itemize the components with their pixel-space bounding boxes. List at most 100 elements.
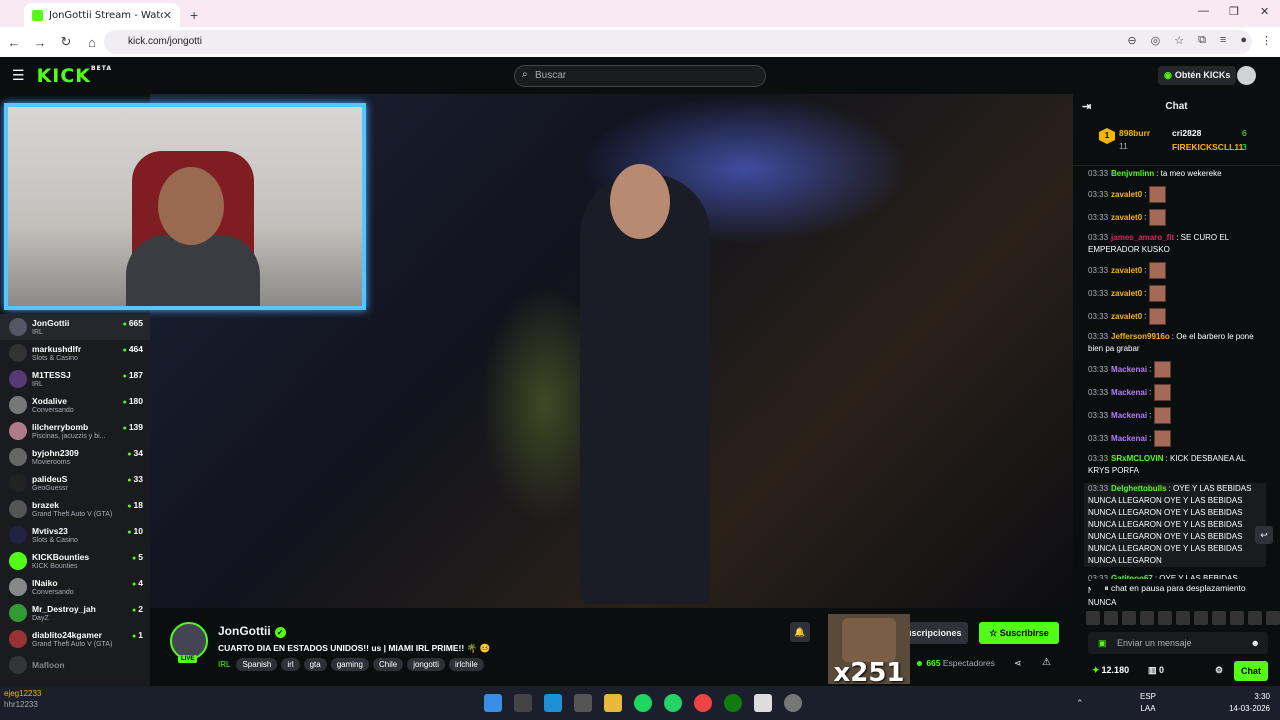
- category-link[interactable]: IRL: [218, 660, 230, 669]
- app-icon[interactable]: [754, 694, 772, 712]
- emote-icon[interactable]: [1248, 611, 1262, 625]
- emote-icon[interactable]: [1122, 611, 1136, 625]
- search-taskbar-icon[interactable]: [514, 694, 532, 712]
- subscriptions-button[interactable]: uscripciones: [902, 622, 968, 644]
- sidebar-channel-item[interactable]: KICKBounties KICK Bounties 5: [0, 548, 150, 574]
- spotify-icon[interactable]: [634, 694, 652, 712]
- forward-icon[interactable]: →: [28, 35, 52, 50]
- stream-tag[interactable]: gta: [303, 658, 327, 671]
- chevron-up-icon[interactable]: ⌃: [1076, 698, 1084, 709]
- message-username[interactable]: zavalet0: [1111, 289, 1142, 298]
- chat-message[interactable]: 03:33 zavalet0:: [1088, 285, 1266, 302]
- sidebar-channel-item[interactable]: brazek Grand Theft Auto V (GTA) 18: [0, 496, 150, 522]
- stream-tag[interactable]: Chile: [372, 658, 404, 671]
- address-bar[interactable]: kick.com/jongotti: [104, 30, 1252, 54]
- chat-input[interactable]: ▣ Enviar un mensaje ☻: [1088, 632, 1268, 654]
- sidebar-channel-item[interactable]: markushdlfr Slots & Casino 464: [0, 340, 150, 366]
- bookmark-star-icon[interactable]: ☆: [1174, 34, 1184, 47]
- kick-logo[interactable]: KICKBETA: [37, 65, 112, 87]
- stream-tag[interactable]: Spanish: [236, 658, 278, 671]
- language-indicator[interactable]: ESP LAA: [1140, 691, 1156, 715]
- message-username[interactable]: Jefferson9916o: [1111, 332, 1170, 341]
- chat-message[interactable]: 03:33 Mackenai:: [1088, 430, 1266, 447]
- sidebar-channel-item[interactable]: palideuS GeoGuessr 33: [0, 470, 150, 496]
- extensions-icon[interactable]: ⧉: [1198, 34, 1206, 47]
- zoom-icon[interactable]: ⊖: [1127, 34, 1136, 47]
- hamburger-menu-icon[interactable]: ☰: [12, 67, 25, 84]
- stream-tag[interactable]: gaming: [330, 658, 369, 671]
- browser-tab[interactable]: JonGottii Stream - Watch Li ✕: [24, 3, 180, 27]
- chat-message[interactable]: 03:33 Mackenai:: [1088, 384, 1266, 401]
- message-username[interactable]: zavalet0: [1111, 312, 1142, 321]
- emote-icon[interactable]: [1140, 611, 1154, 625]
- channel-name[interactable]: JonGottii: [218, 624, 271, 638]
- leader-user-1[interactable]: 898burr: [1119, 128, 1150, 138]
- minimize-icon[interactable]: —: [1198, 5, 1209, 17]
- message-username[interactable]: Mackenai: [1111, 434, 1147, 443]
- chat-message[interactable]: 03:33 zavalet0:: [1088, 209, 1266, 226]
- sidebar-channel-item[interactable]: lNaiko Conversando 4: [0, 574, 150, 600]
- sidebar-channel-item[interactable]: lilcherrybomb Piscinas, jacuzzis y bi...…: [0, 418, 150, 444]
- chat-message[interactable]: 03:33 Mackenai:: [1088, 407, 1266, 424]
- chat-message[interactable]: 03:33 Jefferson9916o: Oe el barbero le po…: [1088, 331, 1266, 355]
- new-tab-button[interactable]: +: [190, 3, 198, 27]
- rewind-icon[interactable]: ↩: [1255, 526, 1273, 544]
- store-icon[interactable]: [574, 694, 592, 712]
- sidebar-channel-item[interactable]: M1TESSJ IRL 187: [0, 366, 150, 392]
- message-username[interactable]: Mackenai: [1111, 411, 1147, 420]
- close-tab-icon[interactable]: ✕: [163, 9, 172, 22]
- menu-icon[interactable]: ⋮: [1261, 34, 1272, 47]
- home-icon[interactable]: ⌂: [80, 35, 104, 50]
- get-kicks-button[interactable]: ◉ Obtén KICKs: [1158, 66, 1237, 85]
- whatsapp-icon[interactable]: [664, 694, 682, 712]
- back-icon[interactable]: ←: [2, 35, 26, 50]
- notification-bell-button[interactable]: 🔔: [790, 622, 810, 642]
- message-username[interactable]: SRxMCLOVIN: [1111, 454, 1163, 463]
- sidebar-channel-item[interactable]: Mr_Destroy_jah DayZ 2: [0, 600, 150, 626]
- media-icon[interactable]: ≡: [1220, 34, 1226, 47]
- message-username[interactable]: zavalet0: [1111, 266, 1142, 275]
- channel-points[interactable]: ✦ 12.180: [1092, 665, 1129, 676]
- eye-off-icon[interactable]: ◎: [1151, 34, 1161, 47]
- message-username[interactable]: Benjvmlinn: [1111, 169, 1154, 178]
- message-username[interactable]: james_amaro_fit: [1111, 233, 1174, 242]
- report-icon[interactable]: ⚠: [1042, 657, 1051, 668]
- chat-paused-notice[interactable]: ⏸ chat en pausa para desplazamiento: [1091, 579, 1259, 597]
- share-icon[interactable]: ⋖: [1014, 658, 1022, 669]
- message-username[interactable]: zavalet0: [1111, 213, 1142, 222]
- emote-icon[interactable]: [1086, 611, 1100, 625]
- edge-icon[interactable]: [544, 694, 562, 712]
- collapse-chat-icon[interactable]: ⇥: [1082, 94, 1091, 120]
- stream-tag[interactable]: irlchile: [449, 658, 484, 671]
- chat-message[interactable]: 03:33 zavalet0:: [1088, 308, 1266, 325]
- emote-icon[interactable]: [1230, 611, 1244, 625]
- reward-count[interactable]: ▥ 0: [1148, 665, 1164, 676]
- windows-start-icon[interactable]: [484, 694, 502, 712]
- chat-settings-icon[interactable]: ⚙: [1215, 665, 1223, 676]
- sidebar-channel-item[interactable]: Mvtivs23 Slots & Casino 10: [0, 522, 150, 548]
- stream-tag[interactable]: jongotti: [407, 658, 445, 671]
- send-chat-button[interactable]: Chat: [1234, 661, 1268, 681]
- emoji-picker-icon[interactable]: ☻: [1251, 632, 1260, 654]
- emote-icon[interactable]: [1176, 611, 1190, 625]
- reload-icon[interactable]: ↻: [54, 34, 78, 50]
- chat-message[interactable]: 03:33 Delghettobulls: OYE Y LAS BEBIDAS N…: [1084, 483, 1266, 567]
- chat-message[interactable]: 03:33 Benjvmlinn: ta meo wekereke: [1088, 168, 1266, 180]
- profile-icon[interactable]: ●: [1240, 34, 1247, 47]
- close-window-icon[interactable]: ✕: [1260, 5, 1269, 18]
- maximize-icon[interactable]: ❐: [1229, 5, 1239, 18]
- emote-icon[interactable]: [1266, 611, 1280, 625]
- chrome-icon[interactable]: [694, 694, 712, 712]
- search-input[interactable]: ⌕ Buscar: [514, 65, 766, 87]
- chat-message[interactable]: 03:33 james_amaro_fit: SE CURO EL EMPERAD…: [1088, 232, 1266, 256]
- chat-messages[interactable]: 03:33 Benjvmlinn: ta meo wekereke 03:33 zav…: [1073, 166, 1280, 609]
- message-username[interactable]: Delghettobulls: [1111, 484, 1167, 493]
- subscribe-button[interactable]: ☆ Suscribirse: [979, 622, 1059, 644]
- emote-icon[interactable]: [1104, 611, 1118, 625]
- emote-icon[interactable]: [1158, 611, 1172, 625]
- chat-message[interactable]: 03:33 zavalet0:: [1088, 186, 1266, 203]
- file-explorer-icon[interactable]: [604, 694, 622, 712]
- sidebar-channel-item[interactable]: Mafloon: [0, 652, 150, 678]
- sidebar-channel-item[interactable]: Xodalive Conversando 180: [0, 392, 150, 418]
- sidebar-channel-item[interactable]: diablito24kgamer Grand Theft Auto V (GTA…: [0, 626, 150, 652]
